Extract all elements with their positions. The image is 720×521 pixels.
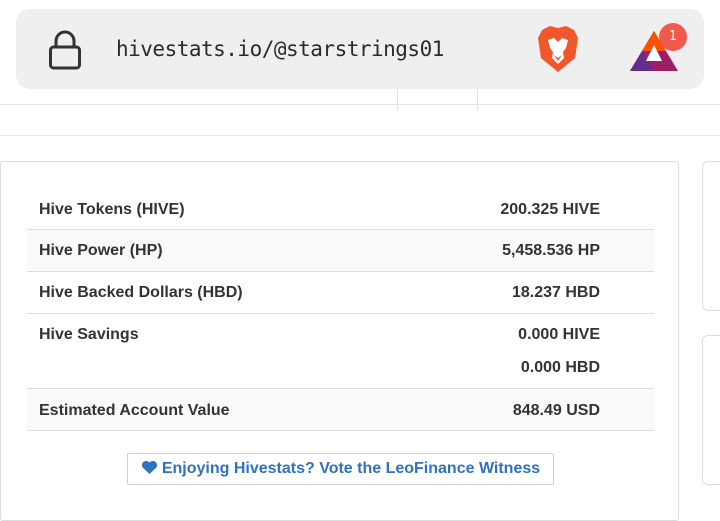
wallet-table: Hive Tokens (HIVE) 200.325 HIVE Hive Pow… [27,188,654,431]
row-value: 200.325 HIVE [500,201,600,218]
lock-icon[interactable] [48,30,82,70]
table-row: Hive Tokens (HIVE) 200.325 HIVE [27,188,654,230]
rewards-count-badge: 1 [659,23,687,51]
divider [397,88,398,111]
side-card [702,161,720,311]
row-label: Hive Backed Dollars (HBD) [39,284,243,301]
table-row: Hive Power (HP) 5,458.536 HP [27,230,654,272]
row-value: 18.237 HBD [511,284,600,301]
divider [0,135,720,136]
url-text[interactable]: hivestats.io/@starstrings01 [116,37,444,61]
row-value: 5,458.536 HP [502,242,600,259]
table-row: Estimated Account Value 848.49 USD [27,389,654,431]
row-label: Hive Power (HP) [39,242,163,259]
address-bar[interactable]: hivestats.io/@starstrings01 1 [16,9,704,89]
divider [0,104,720,105]
row-value: 848.49 USD [512,402,600,419]
divider [477,88,478,111]
row-value: 0.000 HBD [520,359,600,376]
row-value: 0.000 HIVE [518,326,600,343]
brave-shields-icon[interactable] [536,24,580,74]
table-row: Hive Savings 0.000 HIVE 0.000 HBD [27,314,654,389]
row-label: Estimated Account Value [39,402,230,419]
vote-witness-label: Enjoying Hivestats? Vote the LeoFinance … [161,460,541,477]
table-row: Hive Backed Dollars (HBD) 18.237 HBD [27,272,654,314]
row-label: Hive Savings [39,326,139,343]
wallet-card: Hive Tokens (HIVE) 200.325 HIVE Hive Pow… [0,161,679,521]
row-label: Hive Tokens (HIVE) [39,201,185,218]
vote-witness-button[interactable]: Enjoying Hivestats? Vote the LeoFinance … [127,453,554,485]
side-card [702,335,720,485]
heart-icon [141,460,157,474]
